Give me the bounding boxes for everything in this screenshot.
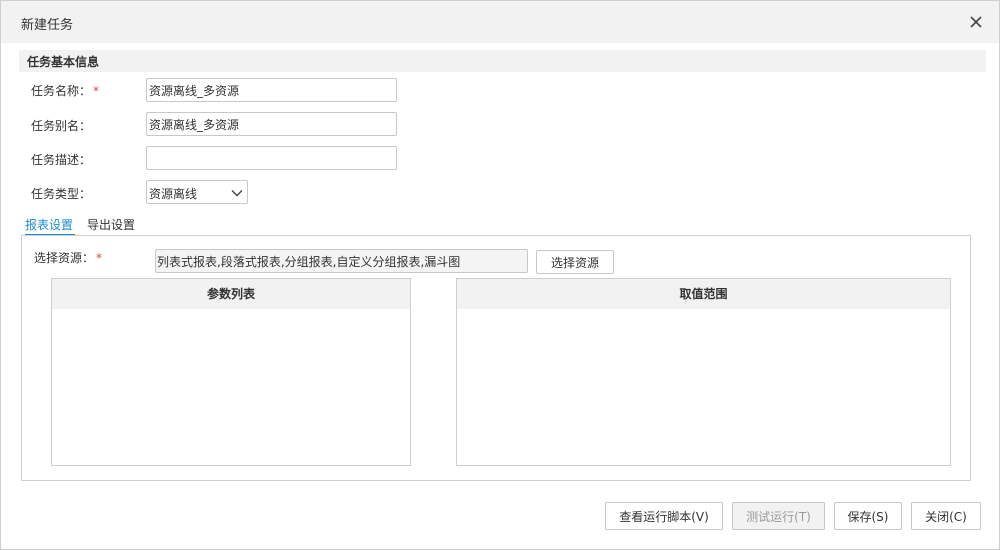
report-settings-panel: 选择资源：* 选择资源 参数列表 取值范围 — [21, 235, 971, 481]
required-marker: * — [96, 251, 103, 265]
task-desc-input[interactable] — [146, 146, 397, 170]
close-icon[interactable] — [967, 13, 985, 31]
chevron-down-icon — [231, 187, 243, 199]
tab-export-settings[interactable]: 导出设置 — [87, 213, 139, 236]
task-alias-input[interactable] — [146, 112, 397, 136]
view-script-button[interactable]: 查看运行脚本(V) — [605, 502, 723, 530]
dialog-title-bar: 新建任务 — [1, 1, 999, 43]
section-title: 任务基本信息 — [27, 55, 100, 69]
save-button[interactable]: 保存(S) — [834, 502, 902, 530]
resource-label: 选择资源： * — [34, 249, 102, 266]
param-list-grid: 参数列表 — [51, 278, 411, 466]
task-name-label-text: 任务名称： — [31, 84, 92, 98]
task-type-label: 任务类型： — [31, 187, 92, 201]
value-range-grid: 取值范围 — [456, 278, 951, 466]
value-range-header: 取值范围 — [457, 279, 950, 309]
task-desc-label: 任务描述： — [31, 153, 92, 167]
dialog-title: 新建任务 — [21, 18, 74, 33]
basic-info-section-header: 任务基本信息 — [19, 50, 986, 72]
resource-label-text: 选择资源： — [34, 251, 95, 265]
param-list-header: 参数列表 — [52, 279, 410, 309]
task-alias-label: 任务别名： — [31, 119, 92, 133]
test-run-button[interactable]: 测试运行(T) — [732, 502, 825, 530]
task-type-select[interactable]: 资源离线 — [146, 180, 248, 204]
new-task-dialog: 新建任务 任务基本信息 任务名称：* 任务别名： 任务描述： 任务类型： 资源离… — [0, 0, 1000, 550]
required-marker: * — [93, 84, 100, 98]
task-type-value: 资源离线 — [149, 187, 198, 201]
task-name-input[interactable] — [146, 78, 397, 102]
choose-resource-button[interactable]: 选择资源 — [536, 250, 614, 274]
close-button[interactable]: 关闭(C) — [911, 502, 981, 530]
resource-input[interactable] — [155, 249, 528, 273]
task-name-label: 任务名称： * — [31, 82, 99, 99]
tab-report-settings[interactable]: 报表设置 — [25, 213, 75, 236]
